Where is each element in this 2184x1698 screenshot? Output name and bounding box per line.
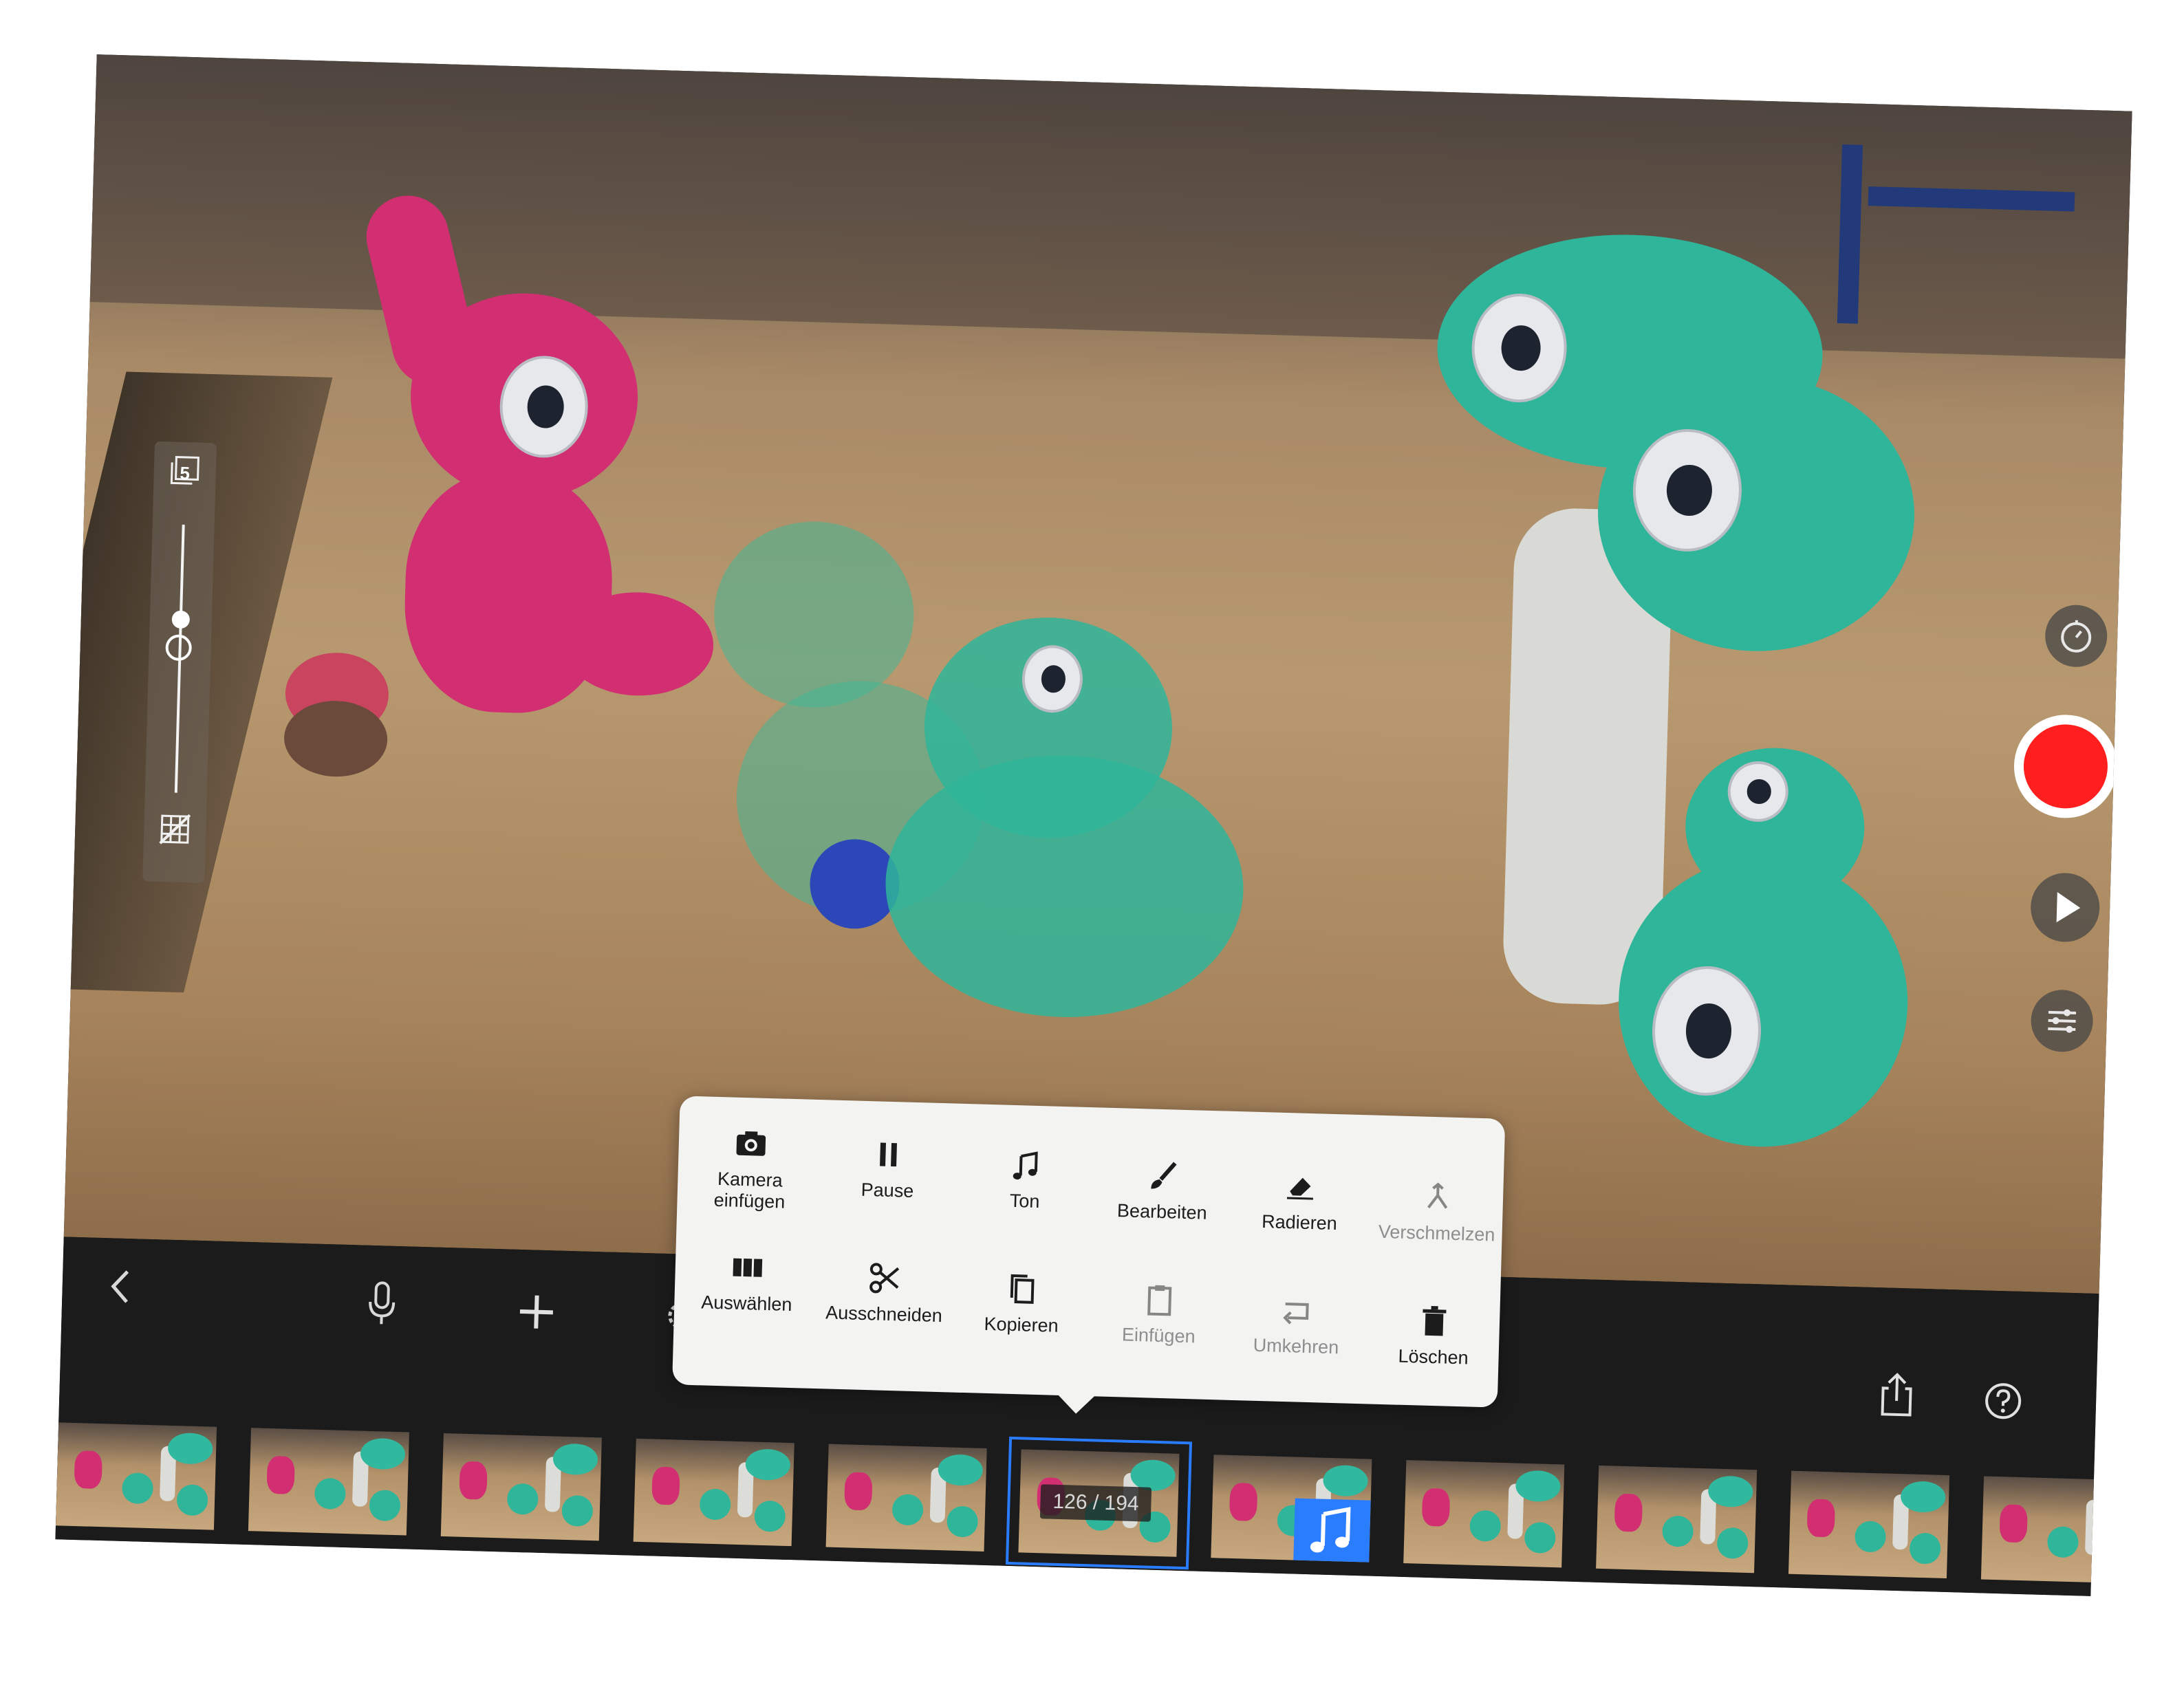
reverse-icon <box>1283 1303 1309 1325</box>
frame-thumbnail[interactable] <box>825 1444 987 1552</box>
app-screen: 5 126 / 194 Kamera einfügen Pause Ton Be… <box>55 54 2132 1596</box>
menu-item-merge[interactable]: Verschmelzen <box>1371 1177 1504 1246</box>
frame-thumbnail-selected[interactable]: 126 / 194 <box>1006 1436 1192 1570</box>
frame-thumbnail[interactable] <box>440 1433 602 1541</box>
menu-item-erase[interactable]: Radieren <box>1234 1166 1367 1235</box>
menu-item-edit[interactable]: Bearbeiten <box>1096 1155 1229 1224</box>
music-note-icon <box>1013 1151 1038 1180</box>
play-icon <box>2056 892 2081 923</box>
frame-thumbnail[interactable] <box>633 1438 794 1547</box>
brush-icon <box>1151 1162 1177 1189</box>
timer-icon <box>2061 620 2092 653</box>
menu-item-pause[interactable]: Pause <box>822 1134 955 1203</box>
frame-thumbnail[interactable] <box>1788 1470 1950 1579</box>
timer-button[interactable] <box>2044 604 2108 668</box>
pause-icon <box>880 1142 897 1167</box>
onion-slider-knob[interactable] <box>171 610 191 629</box>
frame-thumbnail[interactable] <box>1596 1465 1758 1574</box>
menu-item-cut[interactable]: Ausschneiden <box>819 1258 951 1327</box>
frame-thumbnail[interactable] <box>248 1428 409 1536</box>
menu-item-delete[interactable]: Löschen <box>1367 1300 1500 1369</box>
plus-icon[interactable] <box>515 1291 558 1334</box>
clay-rabbit-leg <box>561 590 715 698</box>
menu-item-insert-camera[interactable]: Kamera einfügen <box>684 1124 817 1214</box>
frame-thumbnail[interactable] <box>1211 1455 1372 1563</box>
music-badge[interactable] <box>1293 1498 1371 1563</box>
microphone-icon[interactable] <box>364 1280 400 1329</box>
frame-context-menu: Kamera einfügen Pause Ton Bearbeiten Rad… <box>672 1096 1506 1408</box>
menu-item-copy[interactable]: Kopieren <box>955 1269 1088 1338</box>
menu-item-sound[interactable]: Ton <box>959 1145 1092 1214</box>
onion-opacity-knob[interactable] <box>165 634 193 662</box>
share-icon[interactable] <box>1875 1370 1918 1419</box>
record-icon <box>2022 723 2109 810</box>
scissors-icon <box>869 1263 900 1294</box>
music-note-icon <box>1310 1507 1351 1553</box>
merge-icon <box>1427 1182 1448 1209</box>
menu-item-reverse[interactable]: Umkehren <box>1231 1290 1363 1359</box>
frame-counter: 126 / 194 <box>1039 1484 1152 1522</box>
menu-item-select[interactable]: Auswählen <box>681 1248 814 1316</box>
grid-off-icon[interactable] <box>159 813 191 845</box>
menu-item-paste[interactable]: Einfügen <box>1093 1279 1226 1348</box>
clay-duck-ghost-head <box>711 519 917 710</box>
camera-settings-button[interactable] <box>2030 989 2094 1053</box>
trash-icon <box>1423 1305 1447 1336</box>
eraser-icon <box>1286 1177 1314 1200</box>
onion-frame-count: 5 <box>180 462 191 484</box>
paste-icon <box>1147 1285 1172 1316</box>
sliders-icon <box>2048 1009 2076 1033</box>
play-button[interactable] <box>2029 872 2101 943</box>
frame-thumbnail[interactable] <box>1403 1460 1565 1568</box>
frame-thumbnail[interactable] <box>1980 1476 2132 1584</box>
select-icon <box>733 1258 763 1277</box>
frame-thumbnail[interactable] <box>55 1422 217 1530</box>
copy-icon <box>1010 1274 1035 1304</box>
onion-skin-panel: 5 <box>142 441 217 883</box>
help-icon[interactable] <box>1982 1380 2024 1422</box>
chevron-left-icon[interactable] <box>103 1265 139 1307</box>
camera-icon <box>736 1131 766 1156</box>
